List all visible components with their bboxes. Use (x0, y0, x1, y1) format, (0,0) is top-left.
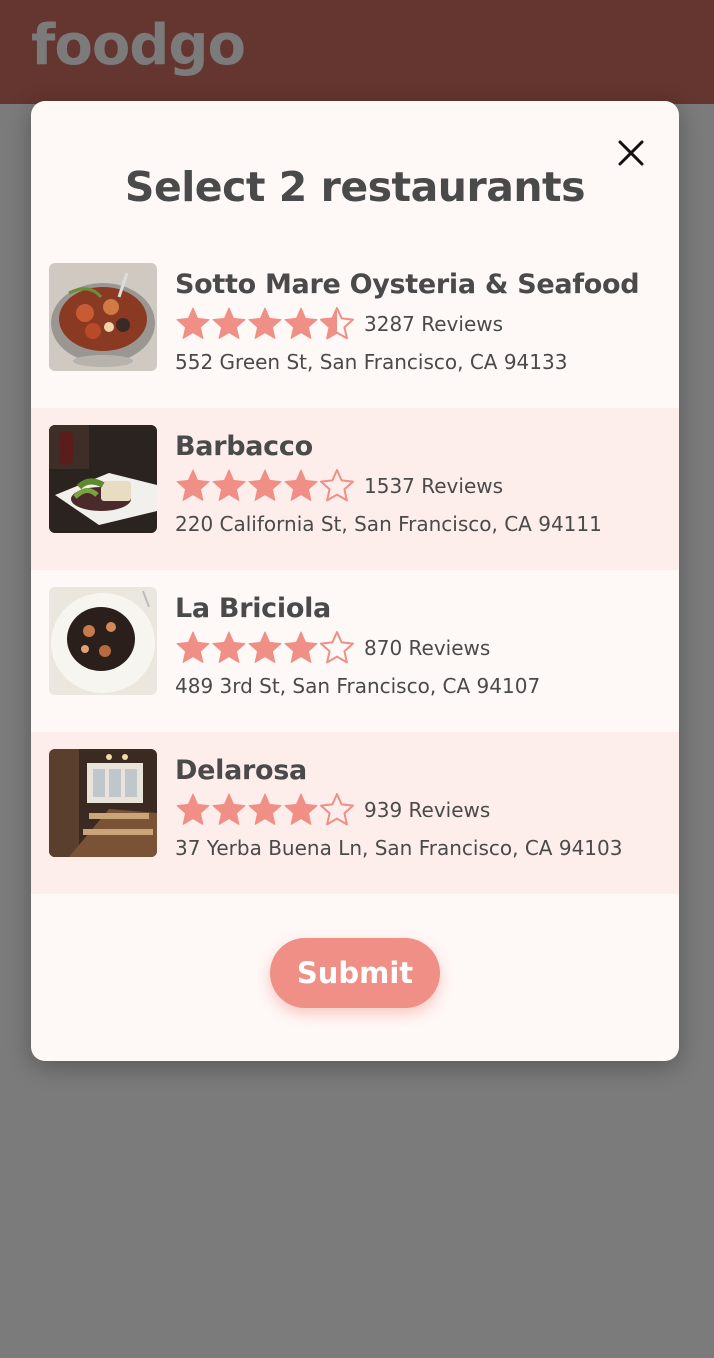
review-count: 939 Reviews (364, 798, 491, 822)
modal-title: Select 2 restaurants (124, 163, 586, 211)
restaurant-address: 552 Green St, San Francisco, CA 94133 (175, 350, 568, 374)
restaurant-photo (49, 425, 157, 533)
restaurant-name: Sotto Mare Oysteria & Seafood (175, 269, 640, 300)
star-empty-icon (320, 469, 354, 502)
star-full-icon (212, 307, 246, 339)
restaurant-photo (49, 749, 157, 857)
star-full-icon (212, 793, 246, 825)
star-full-icon (284, 469, 318, 501)
restaurant-row[interactable]: Barbacco 1537 Reviews 220 California St,… (31, 408, 679, 570)
star-empty-icon (320, 631, 354, 664)
restaurant-row[interactable]: Sotto Mare Oysteria & Seafood 3287 Revie… (31, 246, 679, 408)
restaurant-photo (49, 263, 157, 371)
star-full-icon (248, 793, 282, 825)
star-full-icon (284, 307, 318, 339)
star-full-icon (212, 631, 246, 663)
star-full-icon (248, 631, 282, 663)
star-full-icon (176, 469, 210, 501)
review-count: 1537 Reviews (364, 474, 504, 498)
star-full-icon (248, 307, 282, 339)
star-empty-icon (320, 793, 354, 826)
star-full-icon (176, 307, 210, 339)
star-half-icon (320, 307, 354, 340)
star-rating (175, 792, 355, 828)
restaurant-name: Delarosa (175, 755, 307, 786)
star-full-icon (284, 631, 318, 663)
star-full-icon (176, 793, 210, 825)
restaurant-name: Barbacco (175, 431, 313, 462)
restaurant-address: 37 Yerba Buena Ln, San Francisco, CA 941… (175, 836, 623, 860)
star-rating (175, 630, 355, 666)
star-full-icon (248, 469, 282, 501)
restaurant-address: 489 3rd St, San Francisco, CA 94107 (175, 674, 541, 698)
restaurant-row[interactable]: La Briciola 870 Reviews 489 3rd St, San … (31, 570, 679, 732)
restaurant-address: 220 California St, San Francisco, CA 941… (175, 512, 602, 536)
star-full-icon (176, 631, 210, 663)
restaurant-row[interactable]: Delarosa 939 Reviews 37 Yerba Buena Ln, … (31, 732, 679, 894)
star-rating (175, 468, 355, 504)
review-count: 3287 Reviews (364, 312, 504, 336)
restaurant-photo (49, 587, 157, 695)
restaurant-select-modal: Select 2 restaurants Sotto Mare Oysteria… (31, 101, 679, 1061)
submit-button[interactable]: Submit (270, 938, 440, 1008)
restaurant-list: Sotto Mare Oysteria & Seafood 3287 Revie… (31, 246, 679, 894)
star-full-icon (212, 469, 246, 501)
review-count: 870 Reviews (364, 636, 491, 660)
star-rating (175, 306, 355, 342)
star-full-icon (284, 793, 318, 825)
restaurant-name: La Briciola (175, 593, 331, 624)
